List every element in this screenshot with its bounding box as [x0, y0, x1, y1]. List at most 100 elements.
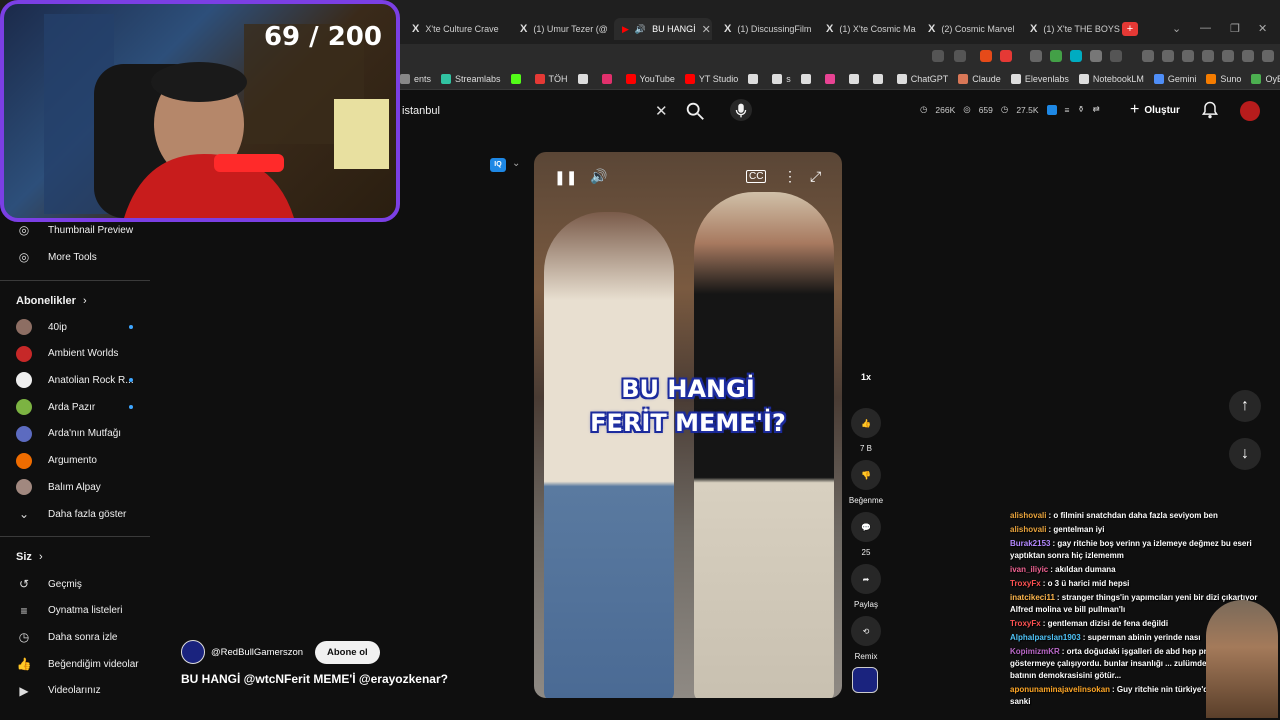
- search-input[interactable]: istanbul: [392, 98, 678, 124]
- shield-icon[interactable]: [1242, 50, 1254, 62]
- tab-search-icon[interactable]: ⌄: [1172, 22, 1181, 35]
- create-button[interactable]: + Oluştur: [1130, 101, 1180, 119]
- dislike-button[interactable]: 👎 Beğenme: [844, 460, 888, 505]
- bookmark-item[interactable]: [748, 73, 762, 84]
- sidebar-item-more-tools[interactable]: ◎ More Tools: [16, 249, 97, 265]
- channel-avatar[interactable]: [181, 640, 205, 664]
- remix-button[interactable]: ⟲ Remix: [850, 616, 882, 661]
- extension-icon[interactable]: [1070, 50, 1082, 62]
- extension-icon[interactable]: [1030, 50, 1042, 62]
- show-more-button[interactable]: ⌄ Daha fazla göster: [16, 506, 126, 522]
- you-item[interactable]: ≡ Oynatma listeleri: [16, 603, 122, 619]
- you-item[interactable]: ▶ Videolarınız: [16, 683, 100, 699]
- bookmark-item[interactable]: YouTube: [625, 73, 675, 84]
- bookmark-item[interactable]: [848, 73, 863, 84]
- browser-tab-active[interactable]: ▶ 🔊 BU HANGİ ✕: [614, 18, 712, 40]
- channel-name[interactable]: @RedBullGamerszon: [211, 647, 303, 658]
- close-window-icon[interactable]: ✕: [1258, 22, 1267, 35]
- chevron-down-icon[interactable]: ⌄: [512, 158, 520, 169]
- subscription-item[interactable]: 40ip: [16, 319, 67, 335]
- screenshot-icon[interactable]: [1202, 50, 1214, 62]
- extensions-icon[interactable]: [1090, 50, 1102, 62]
- restore-icon[interactable]: ❐: [1230, 22, 1240, 35]
- browser-tab[interactable]: X (2) Cosmic Marvel: [920, 18, 1018, 40]
- subscriptions-heading[interactable]: Abonelikler ›: [16, 295, 87, 307]
- extension-icon[interactable]: [1046, 104, 1057, 115]
- subscribe-button[interactable]: Abone ol: [315, 640, 380, 664]
- bookmark-item[interactable]: Elevenlabs: [1010, 73, 1069, 84]
- subscription-item[interactable]: Balım Alpay: [16, 479, 101, 496]
- ai-icon[interactable]: [1222, 50, 1234, 62]
- microphone-icon[interactable]: [730, 99, 752, 121]
- caption-line: FERİT MEME'İ?: [590, 409, 786, 437]
- playback-speed-button[interactable]: 1x: [854, 372, 878, 394]
- bookmark-item[interactable]: [510, 73, 525, 84]
- shuffle-icon[interactable]: ⇄: [1093, 104, 1100, 115]
- you-item[interactable]: ◷ Daha sonra izle: [16, 629, 118, 645]
- bookmark-item[interactable]: OyEk: [1251, 73, 1280, 84]
- minimize-icon[interactable]: —: [1200, 22, 1211, 34]
- bookmark-item[interactable]: Streamlabs: [441, 73, 501, 84]
- bookmark-item[interactable]: TÖH: [534, 73, 568, 84]
- clear-search-icon[interactable]: ✕: [655, 102, 668, 120]
- sound-thumbnail[interactable]: [852, 667, 878, 693]
- bookmark-item[interactable]: [872, 73, 887, 84]
- bookmark-item[interactable]: s: [772, 73, 791, 84]
- sidebar-icon[interactable]: [1182, 50, 1194, 62]
- browser-tab[interactable]: X (1) X'te Cosmic Ma: [818, 18, 916, 40]
- download-icon[interactable]: [1142, 50, 1154, 62]
- next-short-button[interactable]: ↓: [1229, 438, 1261, 470]
- subscription-item[interactable]: Arda Pazır: [16, 399, 95, 416]
- fullscreen-icon[interactable]: ⤢: [810, 168, 821, 185]
- subscription-item[interactable]: Ambient Worlds: [16, 345, 118, 362]
- share-icon[interactable]: [932, 50, 944, 62]
- history-icon[interactable]: [1162, 50, 1174, 62]
- share-button[interactable]: ➦ Paylaş: [850, 564, 882, 609]
- bookmark-item[interactable]: [601, 73, 616, 84]
- browser-tab[interactable]: X X'te Culture Crave: [404, 18, 504, 40]
- gift-icon[interactable]: ⚱: [1078, 104, 1085, 115]
- extension-icon[interactable]: [1000, 50, 1012, 62]
- subscription-item[interactable]: Argumento: [16, 452, 97, 469]
- you-heading[interactable]: Siz ›: [16, 551, 43, 563]
- install-icon[interactable]: [954, 50, 966, 62]
- bookmark-item[interactable]: [824, 73, 839, 84]
- browser-tab[interactable]: X (1) DiscussingFilm: [716, 18, 814, 40]
- iq-extension-icon[interactable]: IQ: [490, 158, 506, 172]
- sidebar-item-thumbnail-preview[interactable]: ◎ Thumbnail Preview: [16, 222, 133, 238]
- new-tab-button[interactable]: +: [1122, 22, 1138, 36]
- browser-tab[interactable]: X (1) Umur Tezer (@: [512, 18, 610, 40]
- user-avatar[interactable]: [1240, 101, 1260, 121]
- comments-button[interactable]: 💬 25: [850, 512, 882, 557]
- bookmark-item[interactable]: Claude: [958, 73, 1001, 84]
- list-icon[interactable]: ≡: [1065, 105, 1070, 115]
- browser-tab[interactable]: X (1) X'te THE BOYS: [1022, 18, 1120, 40]
- close-tab-icon[interactable]: ✕: [702, 23, 711, 36]
- subscription-item[interactable]: Anatolian Rock R...: [16, 372, 134, 389]
- bookmark-item[interactable]: Gemini: [1153, 73, 1196, 84]
- you-item[interactable]: ↺ Geçmiş: [16, 576, 82, 592]
- subscription-item[interactable]: Arda'nın Mutfağı: [16, 425, 121, 442]
- like-button[interactable]: 👍 7 B: [850, 408, 882, 453]
- bookmark-item[interactable]: Suno: [1206, 73, 1241, 84]
- volume-icon[interactable]: 🔊: [590, 168, 607, 185]
- shorts-video-player[interactable]: BU HANGİ FERİT MEME'İ? ❚❚ 🔊 CC ⋮ ⤢: [534, 152, 842, 698]
- extension-icon[interactable]: [1110, 50, 1122, 62]
- short-title[interactable]: BU HANGİ @wtcNFerit MEME'İ @erayozkenar?: [181, 672, 448, 686]
- extension-icon[interactable]: [1050, 50, 1062, 62]
- you-item[interactable]: 👍 Beğendiğim videolar: [16, 656, 139, 672]
- bookmark-item[interactable]: ents: [400, 73, 431, 84]
- bookmark-item[interactable]: ChatGPT: [896, 73, 948, 84]
- more-options-icon[interactable]: ⋮: [783, 168, 797, 185]
- notifications-bell-icon[interactable]: [1200, 100, 1220, 120]
- captions-icon[interactable]: CC: [746, 170, 767, 183]
- search-icon[interactable]: [684, 100, 706, 122]
- bookmark-item[interactable]: [800, 73, 815, 84]
- bookmark-item[interactable]: YT Studio: [684, 73, 738, 84]
- extension-icon[interactable]: [980, 50, 992, 62]
- pause-icon[interactable]: ❚❚: [554, 169, 577, 186]
- bookmark-item[interactable]: NotebookLM: [1078, 73, 1144, 84]
- bookmark-item[interactable]: [577, 73, 592, 84]
- previous-short-button[interactable]: ↑: [1229, 390, 1261, 422]
- menu-icon[interactable]: [1262, 50, 1274, 62]
